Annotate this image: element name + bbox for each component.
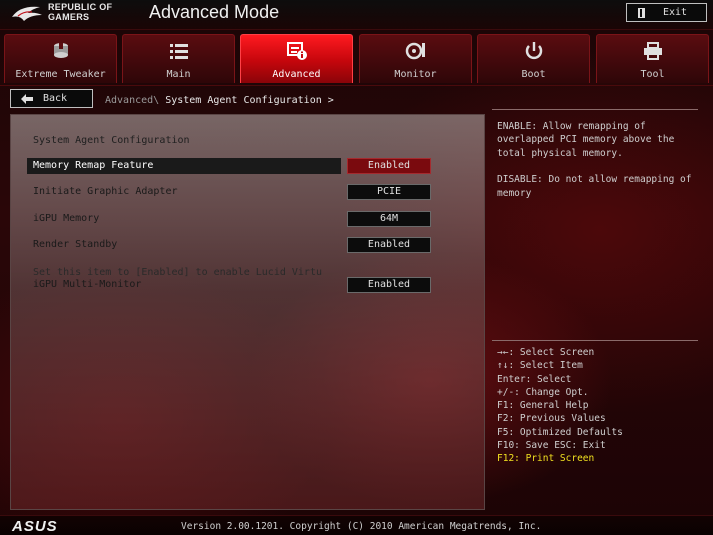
tab-monitor[interactable]: Monitor	[359, 34, 472, 83]
main-tabs: Extreme Tweaker Main Advanced Monitor Bo…	[4, 34, 709, 83]
back-label: Back	[43, 93, 68, 104]
exit-label: Exit	[663, 7, 688, 18]
key-hint: →←: Select Screen	[497, 347, 595, 358]
asus-logo: ASUS	[12, 518, 58, 535]
tab-label: Monitor	[394, 69, 437, 80]
tab-boot[interactable]: Boot	[477, 34, 590, 83]
setting-value-dropdown[interactable]: PCIE	[347, 184, 431, 200]
breadcrumb-bar: Back Advanced\ System Agent Configuratio…	[0, 85, 713, 109]
key-hint: +/-: Change Opt.	[497, 386, 589, 398]
power-icon	[525, 42, 542, 60]
settings-panel: System Agent Configuration Memory Remap …	[10, 114, 485, 510]
tab-label: Extreme Tweaker	[15, 69, 106, 80]
key-hint: ↑↓: Select Item	[497, 360, 583, 372]
setting-label: Initiate Graphic Adapter	[33, 186, 178, 197]
setting-initiate-graphic-adapter[interactable]: Initiate Graphic Adapter PCIE	[27, 184, 469, 200]
list-icon	[169, 44, 188, 59]
tab-main[interactable]: Main	[122, 34, 235, 83]
setting-igpu-memory[interactable]: iGPU Memory 64M	[27, 211, 469, 227]
setting-value-dropdown[interactable]: 64M	[347, 211, 431, 227]
setting-render-standby[interactable]: Render Standby Enabled	[27, 237, 469, 253]
tab-label: Tool	[640, 69, 665, 80]
monitor-gauge-icon	[405, 42, 425, 60]
key-hint: F10: Save ESC: Exit	[497, 440, 606, 452]
rog-eye-logo-icon	[12, 6, 42, 21]
tab-extreme-tweaker[interactable]: Extreme Tweaker	[4, 34, 117, 83]
setting-memory-remap-feature[interactable]: Memory Remap Feature Enabled	[27, 158, 469, 174]
tab-label: Main	[166, 69, 191, 80]
keys-divider	[492, 340, 698, 341]
setting-label: iGPU Memory	[33, 213, 100, 224]
footer-bar: ASUS Version 2.00.1201. Copyright (C) 20…	[0, 515, 713, 535]
key-hint: F2: Previous Values	[497, 413, 606, 425]
tab-advanced[interactable]: Advanced	[240, 34, 353, 83]
tweaker-icon	[53, 43, 68, 58]
version-text: Version 2.00.1201. Copyright (C) 2010 Am…	[181, 521, 542, 532]
tab-label: Advanced	[272, 69, 321, 80]
breadcrumb-current: System Agent Configuration >	[159, 95, 334, 106]
help-disable-text: DISABLE: Do not allow remapping of memor…	[497, 174, 692, 199]
setting-label: Memory Remap Feature	[33, 160, 154, 171]
setting-label: Render Standby	[33, 239, 118, 250]
help-enable-text: ENABLE: Allow remapping of overlapped PC…	[497, 121, 675, 159]
tab-tool[interactable]: Tool	[596, 34, 709, 83]
help-divider	[492, 109, 698, 110]
key-hint: Enter: Select	[497, 373, 572, 385]
key-hint: F1: General Help	[497, 400, 589, 412]
tab-label: Boot	[521, 69, 546, 80]
setting-value-dropdown[interactable]: Enabled	[347, 237, 431, 253]
setting-label: iGPU Multi-Monitor	[33, 279, 142, 290]
panel-title: System Agent Configuration	[33, 135, 190, 146]
key-hint: F5: Optimized Defaults	[497, 426, 623, 438]
setting-value-dropdown[interactable]: Enabled	[347, 277, 431, 293]
back-arrow-icon	[21, 93, 33, 104]
page-title: Advanced Mode	[149, 2, 280, 22]
setting-value-dropdown[interactable]: Enabled	[347, 158, 431, 174]
back-button[interactable]: Back	[10, 89, 93, 108]
key-legend: →←: Select Screen ↑↓: Select Item Enter:…	[497, 346, 623, 466]
help-description: ENABLE: Allow remapping of overlapped PC…	[497, 120, 707, 213]
exit-button[interactable]: Exit	[626, 3, 707, 22]
printer-tool-icon	[643, 42, 662, 60]
breadcrumb: Advanced\ System Agent Configuration >	[105, 95, 334, 106]
key-hint-print-screen: F12: Print Screen	[497, 453, 595, 465]
setting-igpu-multi-monitor[interactable]: iGPU Multi-Monitor Enabled	[27, 277, 469, 293]
exit-door-icon	[638, 7, 645, 18]
rog-brand-text: REPUBLIC OF GAMERS	[48, 2, 113, 22]
advanced-info-icon	[286, 42, 307, 60]
breadcrumb-parent[interactable]: Advanced\	[105, 95, 159, 106]
header-bar: REPUBLIC OF GAMERS Advanced Mode Exit	[0, 0, 713, 30]
